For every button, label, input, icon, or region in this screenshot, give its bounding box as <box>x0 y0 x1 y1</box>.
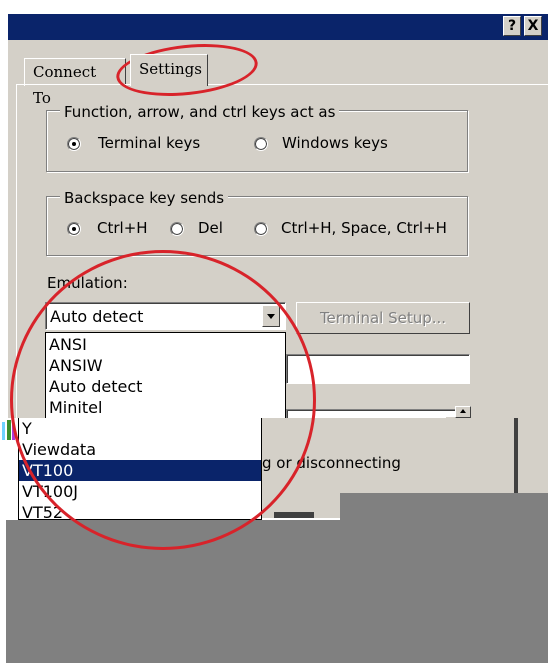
radio-ctrl-h-label: Ctrl+H <box>97 219 148 237</box>
tab-settings[interactable]: Settings <box>130 54 208 86</box>
radio-del[interactable] <box>170 222 184 236</box>
close-button[interactable]: X <box>524 16 542 36</box>
annotation-ellipse <box>10 250 316 550</box>
divider <box>274 512 314 518</box>
window-title-bar <box>8 14 548 40</box>
tab-connect-to[interactable]: Connect To <box>24 58 126 107</box>
redacted-block <box>6 520 548 663</box>
radio-windows-keys[interactable] <box>254 137 268 151</box>
help-button[interactable]: ? <box>503 16 521 36</box>
radio-del-label: Del <box>198 219 223 237</box>
backspace-legend: Backspace key sends <box>60 189 229 207</box>
chevron-up-icon[interactable] <box>455 406 471 418</box>
radio-ctrl-h-space[interactable] <box>254 222 268 236</box>
radio-terminal-keys[interactable] <box>67 137 81 151</box>
radio-terminal-keys-label: Terminal keys <box>98 134 201 152</box>
redacted-block <box>340 493 548 523</box>
radio-ctrl-h-space-label: Ctrl+H, Space, Ctrl+H <box>281 219 447 237</box>
terminal-setup-button[interactable]: Terminal Setup... <box>296 302 470 334</box>
radio-windows-keys-label: Windows keys <box>282 134 388 152</box>
function-keys-legend: Function, arrow, and ctrl keys act as <box>60 103 340 121</box>
radio-ctrl-h[interactable] <box>67 222 81 236</box>
